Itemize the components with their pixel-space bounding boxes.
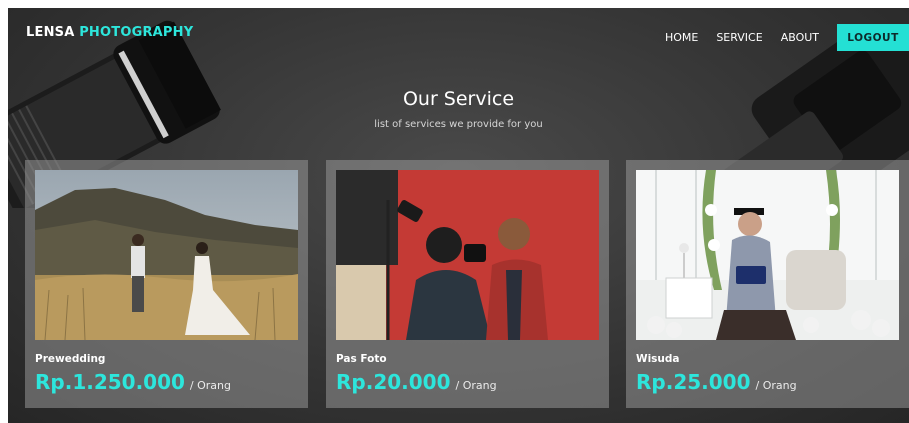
page-frame: LENSA PHOTOGRAPHY HOME SERVICE ABOUT LOG… bbox=[8, 8, 909, 423]
prewedding-photo bbox=[35, 170, 298, 340]
pas-foto-photo bbox=[336, 170, 599, 340]
service-card-prewedding[interactable]: Prewedding Rp.1.250.000 / Orang bbox=[25, 160, 308, 408]
price-row: Rp.25.000 / Orang bbox=[636, 370, 797, 394]
service-price: Rp.20.000 bbox=[336, 370, 451, 394]
service-card-pas-foto[interactable]: Pas Foto Rp.20.000 / Orang bbox=[326, 160, 609, 408]
logout-button[interactable]: LOGOUT bbox=[837, 24, 909, 51]
brand-accent: PHOTOGRAPHY bbox=[79, 25, 194, 40]
brand-logo[interactable]: LENSA PHOTOGRAPHY bbox=[26, 25, 193, 40]
price-row: Rp.20.000 / Orang bbox=[336, 370, 497, 394]
service-price: Rp.1.250.000 bbox=[35, 370, 185, 394]
service-card-wisuda[interactable]: Wisuda Rp.25.000 / Orang bbox=[626, 160, 909, 408]
price-row: Rp.1.250.000 / Orang bbox=[35, 370, 231, 394]
nav-about[interactable]: ABOUT bbox=[781, 31, 819, 44]
nav-service[interactable]: SERVICE bbox=[716, 31, 762, 44]
service-name: Wisuda bbox=[636, 353, 680, 365]
price-unit: / Orang bbox=[455, 379, 497, 392]
section-subtitle: list of services we provide for you bbox=[374, 119, 543, 130]
price-unit: / Orang bbox=[189, 379, 231, 392]
brand-main: LENSA bbox=[26, 25, 75, 40]
price-unit: / Orang bbox=[755, 379, 797, 392]
service-name: Pas Foto bbox=[336, 353, 387, 365]
wisuda-photo bbox=[636, 170, 899, 340]
service-price: Rp.25.000 bbox=[636, 370, 751, 394]
nav-home[interactable]: HOME bbox=[665, 31, 698, 44]
service-name: Prewedding bbox=[35, 353, 106, 365]
section-title: Our Service bbox=[402, 88, 515, 110]
top-nav: HOME SERVICE ABOUT LOGOUT bbox=[665, 24, 909, 51]
